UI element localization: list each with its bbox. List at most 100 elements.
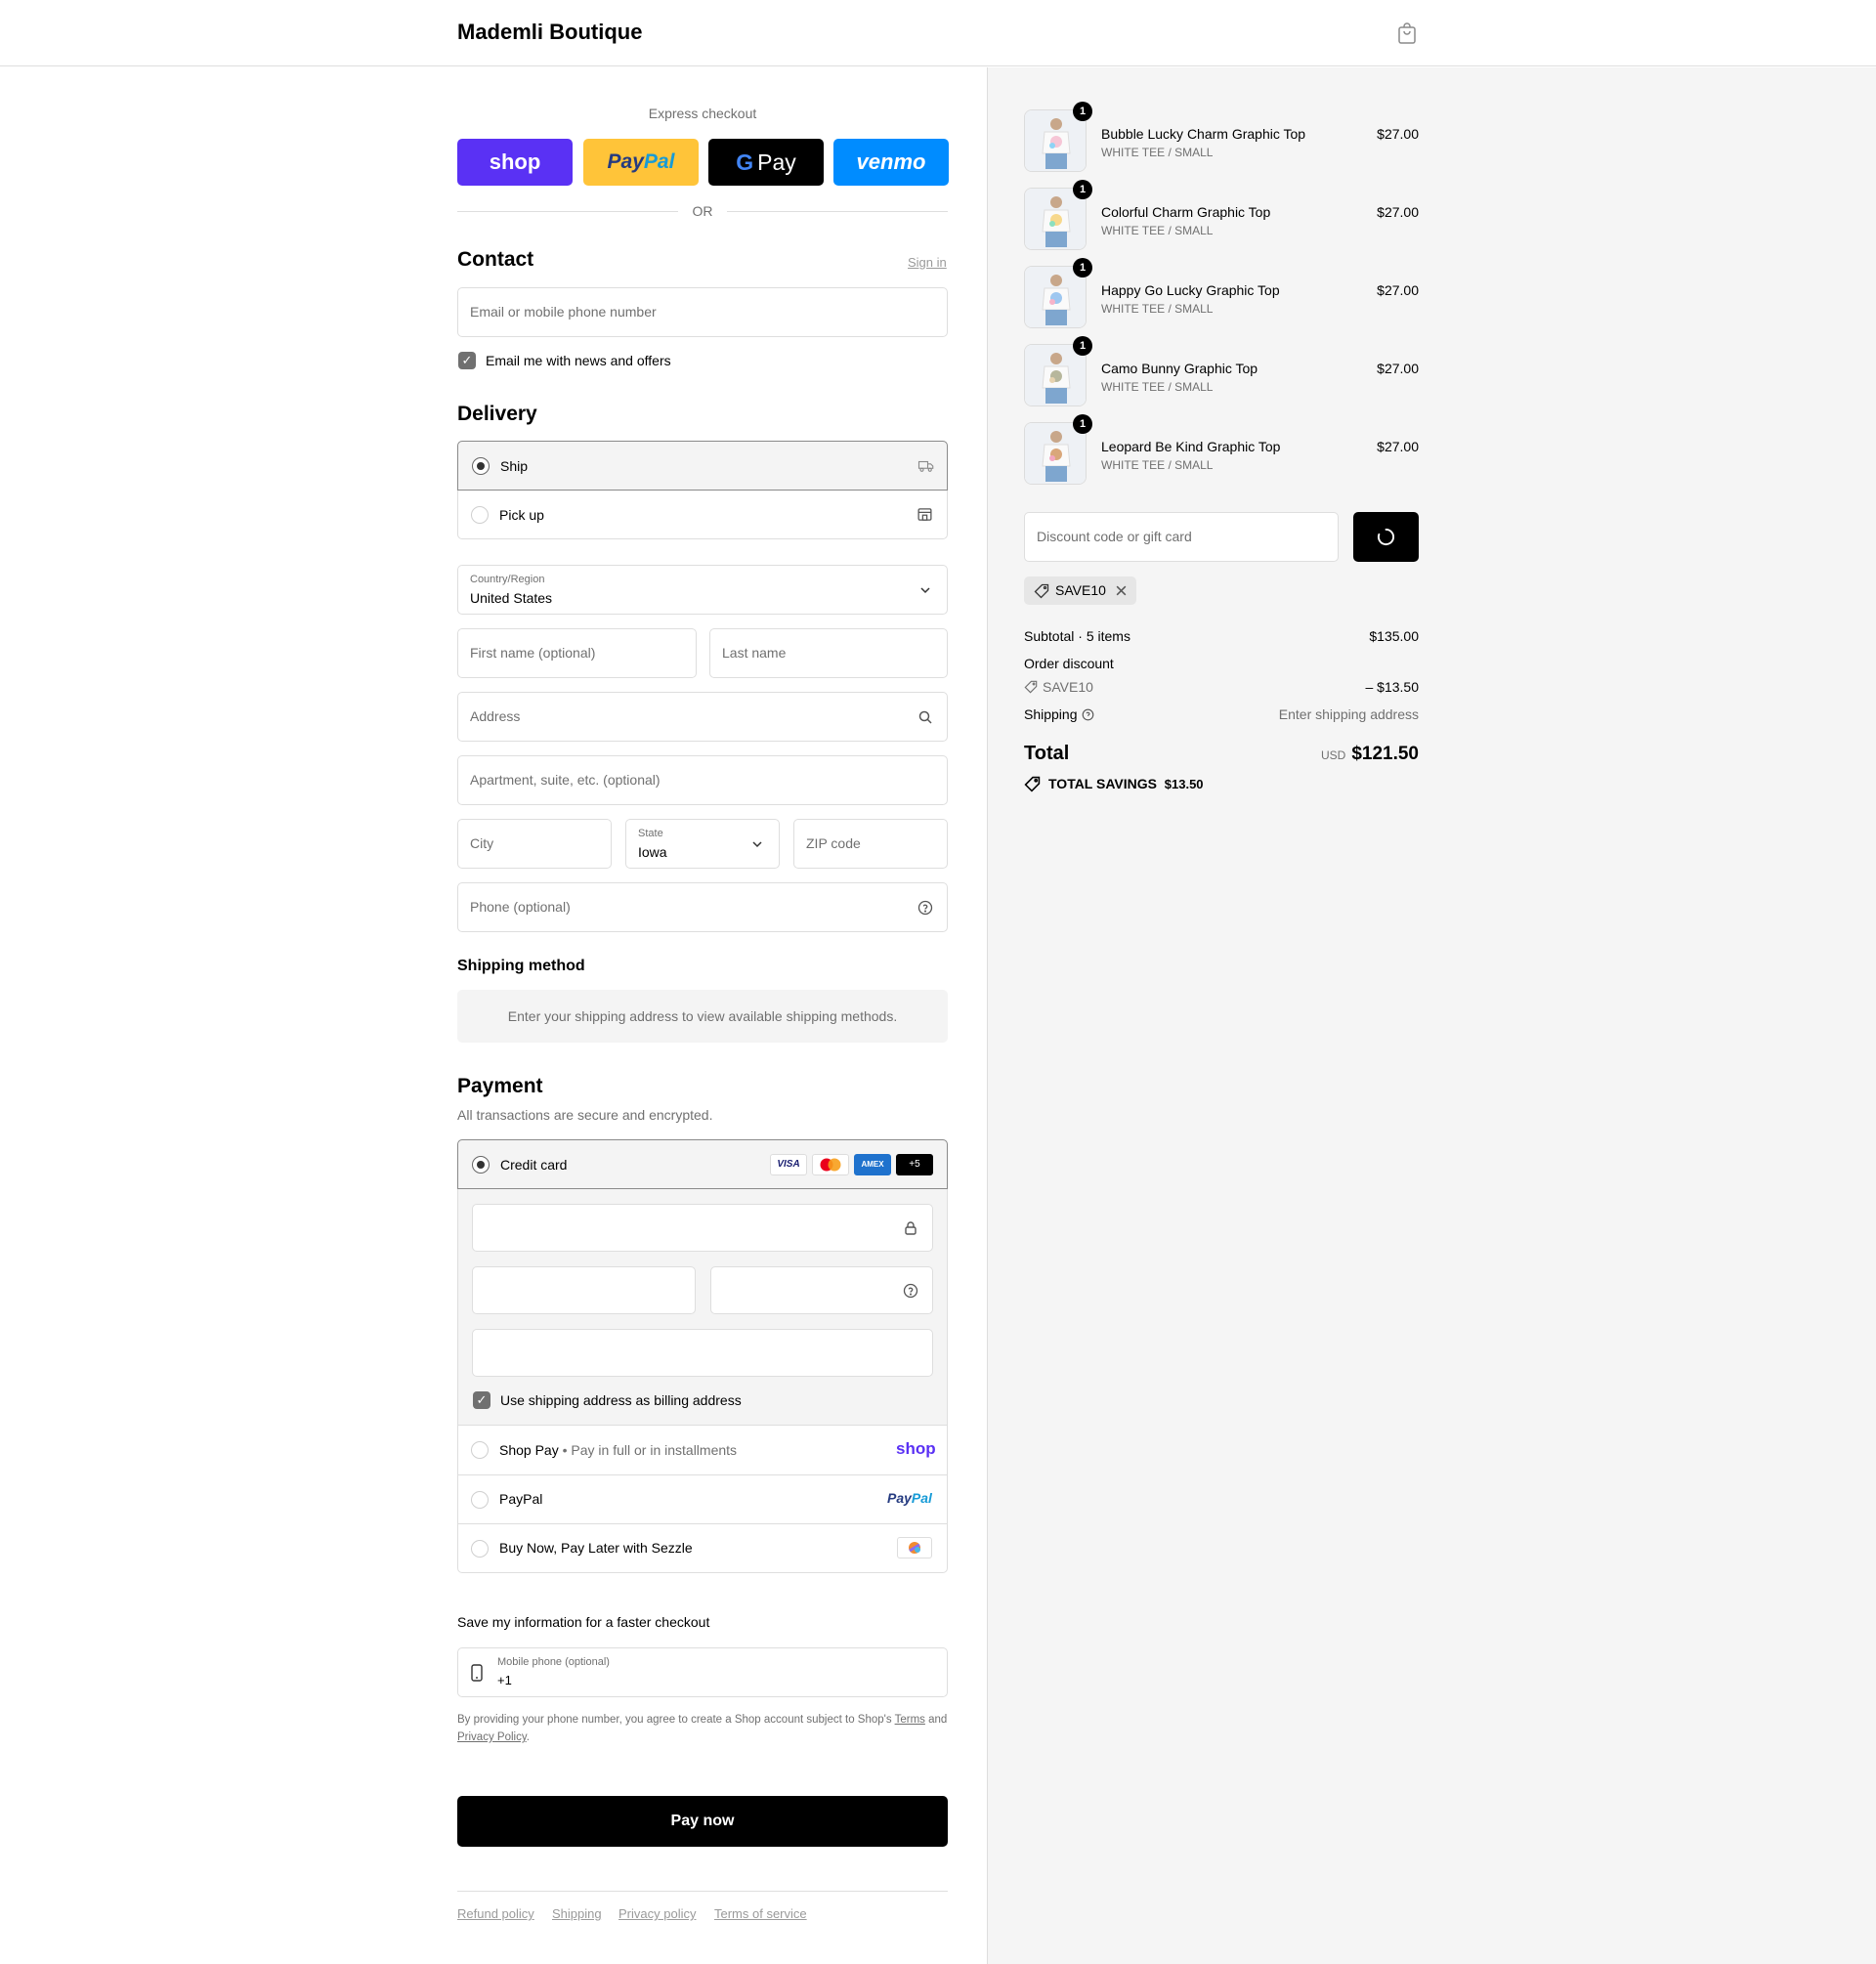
venmo-express-button[interactable]: venmo — [833, 139, 949, 186]
state-value: Iowa — [638, 844, 667, 860]
phone-input[interactable]: Phone (optional) — [457, 882, 948, 932]
order-summary-panel — [987, 67, 1876, 1964]
product-price: $27.00 — [1377, 126, 1419, 142]
product-variant: WHITE TEE / SMALL — [1101, 224, 1214, 237]
terms-link[interactable]: Terms — [895, 1714, 925, 1726]
security-code-input[interactable] — [710, 1266, 933, 1314]
subtotal-label: Subtotal · 5 items — [1024, 628, 1130, 644]
divider — [457, 211, 678, 212]
privacy-policy-link[interactable]: Privacy Policy — [457, 1731, 527, 1743]
mastercard-icon — [812, 1154, 849, 1175]
close-icon[interactable] — [1115, 584, 1128, 597]
delivery-option-ship[interactable]: Ship — [457, 441, 948, 491]
pay-now-button[interactable]: Pay now — [457, 1796, 948, 1847]
credit-card-radio[interactable] — [472, 1156, 490, 1174]
credit-card-label: Credit card — [500, 1157, 568, 1173]
ship-radio[interactable] — [472, 457, 490, 475]
or-separator: OR — [692, 203, 713, 219]
paypal-logo: PayPal — [887, 1490, 932, 1506]
chevron-down-icon — [752, 841, 762, 848]
email-input[interactable]: Email or mobile phone number — [457, 287, 948, 337]
sezzle-label: Buy Now, Pay Later with Sezzle — [499, 1540, 693, 1556]
product-name: Leopard Be Kind Graphic Top — [1101, 439, 1281, 454]
express-checkout-title: Express checkout — [648, 106, 757, 121]
city-input[interactable]: City — [457, 819, 612, 869]
quantity-badge: 1 — [1073, 414, 1092, 434]
google-pay-express-button[interactable]: G Pay — [708, 139, 824, 186]
total-label: Total — [1024, 743, 1070, 764]
total-value: $121.50 — [1351, 744, 1419, 764]
news-checkbox[interactable]: ✓ — [458, 352, 476, 369]
tag-icon — [1024, 680, 1038, 694]
pickup-radio[interactable] — [471, 506, 489, 524]
last-name-input[interactable]: Last name — [709, 628, 948, 678]
discount-code-input[interactable]: Discount code or gift card — [1024, 512, 1339, 562]
quantity-badge: 1 — [1073, 180, 1092, 199]
more-cards-badge: +5 — [896, 1154, 933, 1175]
card-number-input[interactable] — [472, 1204, 933, 1252]
zip-input[interactable]: ZIP code — [793, 819, 948, 869]
brand-name[interactable]: Mademli Boutique — [457, 20, 642, 45]
save-info-disclaimer: By providing your phone number, you agre… — [457, 1714, 948, 1743]
search-icon — [918, 710, 932, 724]
help-circle-icon[interactable] — [903, 1283, 918, 1299]
payment-option-paypal[interactable]: PayPal PayPal — [457, 1475, 948, 1523]
product-name: Colorful Charm Graphic Top — [1101, 204, 1271, 220]
order-discount-label: Order discount — [1024, 656, 1114, 671]
ship-label: Ship — [500, 458, 529, 474]
address-input[interactable]: Address — [457, 692, 948, 742]
amex-icon: AMEX — [854, 1154, 891, 1175]
applied-discount-tag: SAVE10 — [1024, 576, 1136, 605]
store-icon — [917, 508, 932, 521]
news-label: Email me with news and offers — [486, 353, 671, 368]
country-label: Country/Region — [470, 574, 545, 585]
shop-pay-express-button[interactable]: shop — [457, 139, 573, 186]
privacy-policy-footer-link[interactable]: Privacy policy — [618, 1906, 696, 1921]
last-name-placeholder: Last name — [722, 645, 787, 661]
email-placeholder: Email or mobile phone number — [470, 304, 657, 320]
shipping-value: Enter shipping address — [1278, 706, 1419, 722]
state-select[interactable]: State Iowa — [625, 819, 780, 869]
shop-pay-logo: shop — [896, 1439, 936, 1458]
quantity-badge: 1 — [1073, 258, 1092, 278]
help-circle-icon[interactable] — [917, 900, 933, 916]
country-select[interactable]: Country/Region United States — [457, 565, 948, 615]
help-circle-icon[interactable] — [1082, 708, 1094, 721]
pickup-label: Pick up — [499, 507, 544, 523]
payment-option-shop-pay[interactable]: Shop Pay • Pay in full or in installment… — [457, 1426, 948, 1474]
apply-discount-button[interactable] — [1353, 512, 1419, 562]
product-variant: WHITE TEE / SMALL — [1101, 302, 1214, 316]
refund-policy-link[interactable]: Refund policy — [457, 1906, 534, 1921]
sezzle-icon — [897, 1537, 932, 1558]
lock-icon — [905, 1221, 917, 1235]
shipping-policy-link[interactable]: Shipping — [552, 1906, 602, 1921]
product-variant: WHITE TEE / SMALL — [1101, 146, 1214, 159]
paypal-radio[interactable] — [471, 1491, 489, 1509]
apartment-input[interactable]: Apartment, suite, etc. (optional) — [457, 755, 948, 805]
expiration-input[interactable] — [472, 1266, 696, 1314]
terms-of-service-link[interactable]: Terms of service — [714, 1906, 807, 1921]
first-name-placeholder: First name (optional) — [470, 645, 596, 661]
phone-placeholder: Phone (optional) — [470, 899, 571, 915]
paypal-express-button[interactable]: Pay Pal — [583, 139, 699, 186]
sign-in-link[interactable]: Sign in — [908, 255, 947, 270]
mobile-phone-icon — [471, 1664, 483, 1682]
shopping-bag-icon[interactable] — [1395, 21, 1419, 45]
country-value: United States — [470, 590, 553, 606]
total-savings: TOTAL SAVINGS $13.50 — [1048, 776, 1204, 791]
first-name-input[interactable]: First name (optional) — [457, 628, 697, 678]
billing-checkbox[interactable]: ✓ — [473, 1391, 490, 1409]
savings-tag-icon — [1024, 776, 1041, 792]
shop-pay-radio[interactable] — [471, 1441, 489, 1459]
discount-value: – $13.50 — [1365, 679, 1420, 695]
product-name: Bubble Lucky Charm Graphic Top — [1101, 126, 1306, 142]
name-on-card-input[interactable] — [472, 1329, 933, 1377]
delivery-option-pickup[interactable]: Pick up — [457, 491, 948, 539]
discount-code-label: SAVE10 — [1043, 679, 1093, 695]
billing-label: Use shipping address as billing address — [500, 1392, 742, 1408]
sezzle-radio[interactable] — [471, 1540, 489, 1558]
product-name: Camo Bunny Graphic Top — [1101, 361, 1258, 376]
product-price: $27.00 — [1377, 361, 1419, 376]
payment-option-sezzle[interactable]: Buy Now, Pay Later with Sezzle — [457, 1524, 948, 1573]
mobile-phone-input[interactable]: Mobile phone (optional) +1 — [457, 1647, 948, 1697]
